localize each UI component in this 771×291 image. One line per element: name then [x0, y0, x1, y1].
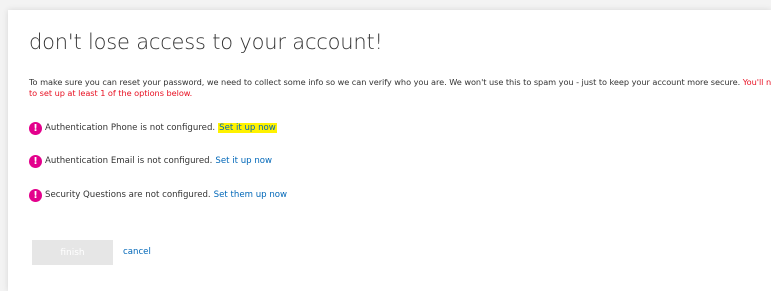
auth-phone-item: ! Authentication Phone is not configured…	[29, 120, 277, 136]
exclamation-circle-icon: !	[29, 188, 42, 202]
intro-text: To make sure you can reset your password…	[29, 77, 741, 87]
cancel-link[interactable]: cancel	[123, 247, 151, 257]
security-questions-status: Security Questions are not configured.	[45, 190, 211, 200]
security-questions-setup-link[interactable]: Set them up now	[214, 190, 287, 200]
auth-email-setup-link[interactable]: Set it up now	[215, 156, 272, 166]
auth-email-item: ! Authentication Email is not configured…	[29, 153, 272, 169]
page-title: don't lose access to your account!	[29, 30, 383, 54]
intro-paragraph: To make sure you can reset your password…	[29, 77, 771, 99]
security-questions-item: ! Security Questions are not configured.…	[29, 187, 287, 203]
auth-phone-setup-link[interactable]: Set it up now	[218, 123, 277, 133]
auth-phone-status: Authentication Phone is not configured.	[45, 123, 216, 133]
auth-email-status: Authentication Email is not configured.	[45, 156, 213, 166]
exclamation-circle-icon: !	[29, 154, 42, 168]
exclamation-circle-icon: !	[29, 121, 42, 135]
finish-button[interactable]: finish	[32, 240, 113, 265]
setup-panel: don't lose access to your account! To ma…	[8, 10, 771, 291]
